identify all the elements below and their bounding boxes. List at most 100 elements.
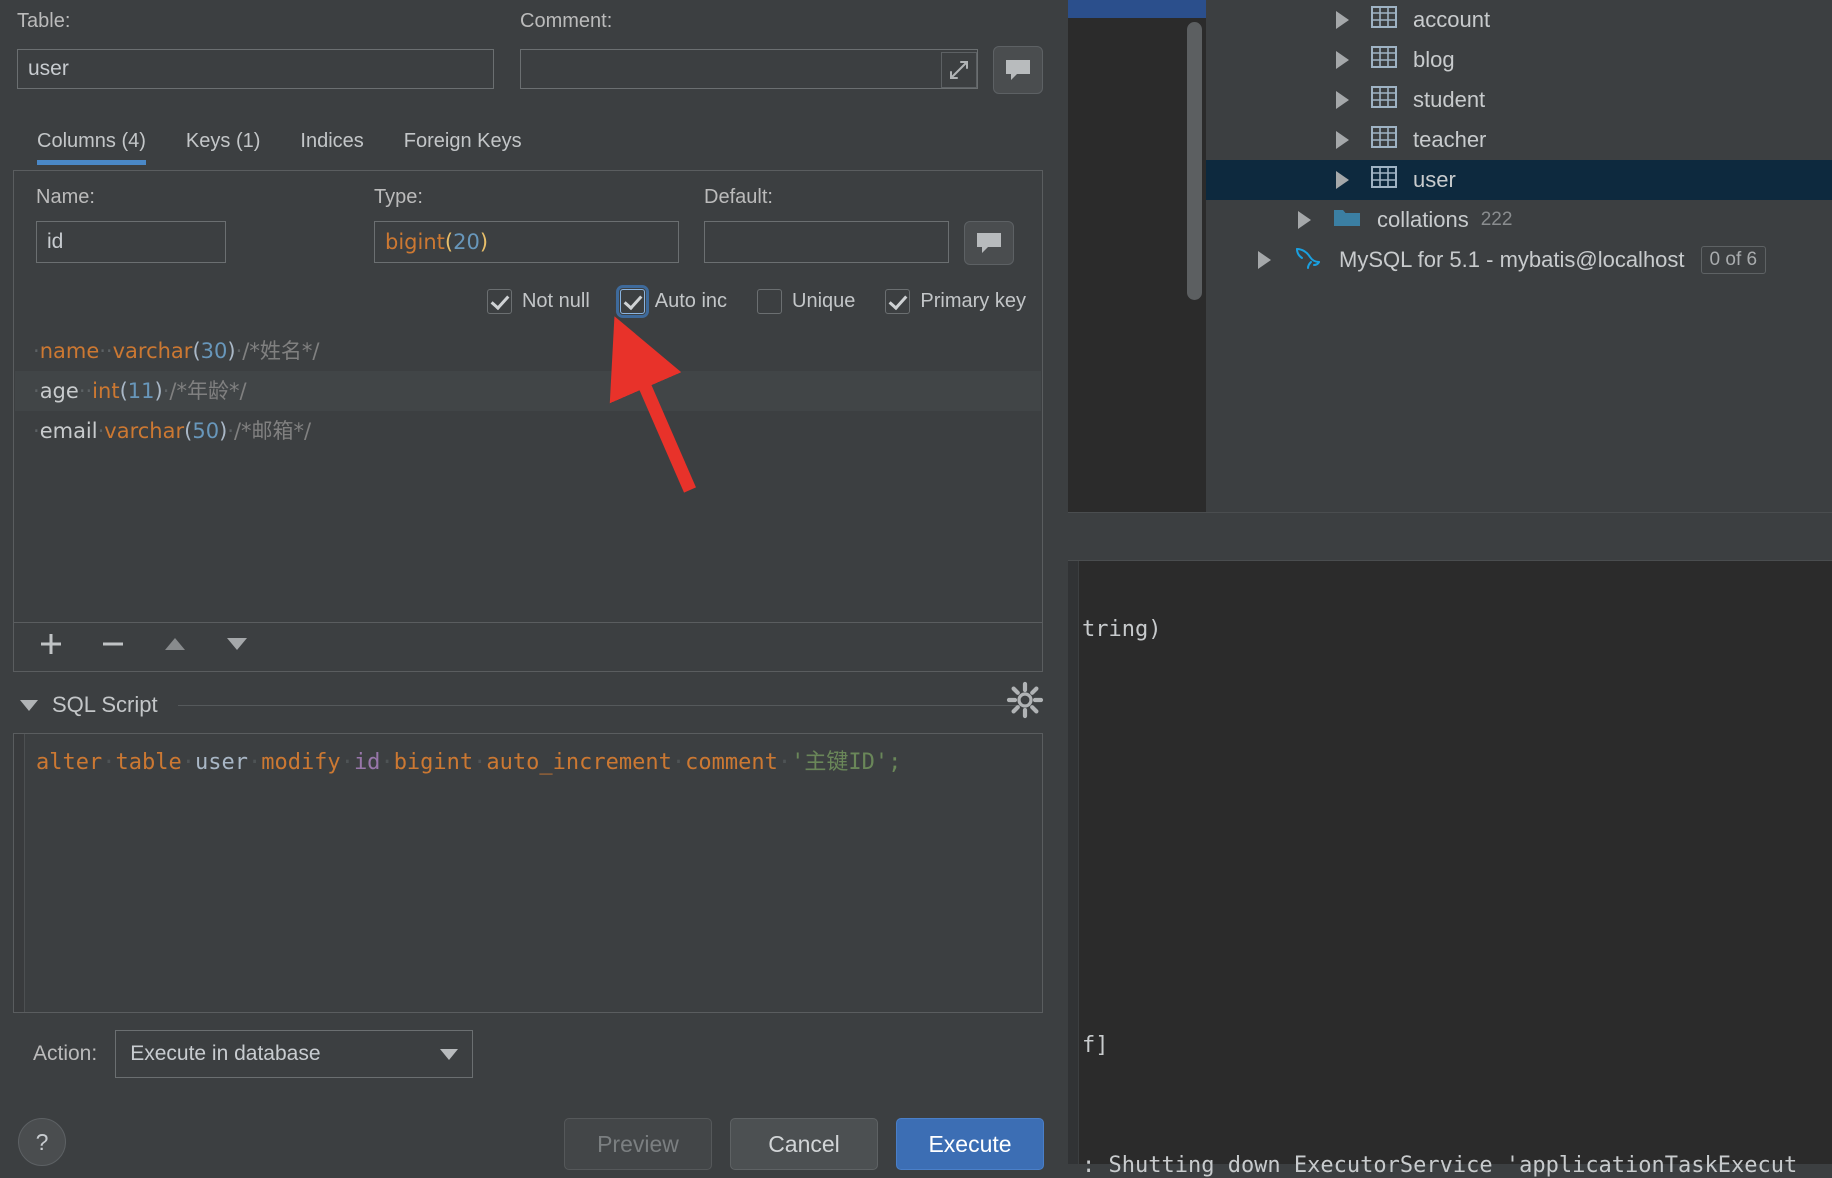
tree-item-account[interactable]: account: [1206, 0, 1832, 40]
type-keyword: bigint: [385, 230, 445, 254]
column-default-input[interactable]: [704, 221, 949, 263]
unique-label: Unique: [792, 289, 856, 312]
table-icon: [1371, 85, 1397, 115]
folder-icon: [1333, 206, 1361, 234]
column-comment: /*邮箱*/: [233, 419, 312, 443]
table-row[interactable]: ·age··int(11)·/*年龄*/: [15, 371, 1041, 411]
checkbox-box: [757, 288, 783, 314]
primary-key-label: Primary key: [920, 289, 1026, 312]
column-flags-row: Not null Auto inc Unique Primary key: [36, 281, 1026, 321]
column-type-input[interactable]: bigint(20): [374, 221, 679, 263]
type-open-paren: (: [444, 230, 454, 254]
screen: Table: Comment: Columns (4) Keys (1) Ind…: [0, 0, 1832, 1178]
ide-background: account blog student teacher user collat…: [1068, 0, 1832, 1178]
table-icon: [1371, 165, 1397, 195]
status-badge: 0 of 6: [1700, 246, 1767, 274]
table-row[interactable]: ·email·varchar(50)·/*邮箱*/: [15, 411, 1041, 451]
cancel-button[interactable]: Cancel: [730, 1118, 878, 1170]
column-comment: /*年龄*/: [169, 379, 247, 403]
tab-keys[interactable]: Keys (1): [166, 122, 280, 165]
primary-key-checkbox[interactable]: Primary key: [885, 288, 1026, 314]
dialog-tabs: Columns (4) Keys (1) Indices Foreign Key…: [17, 122, 542, 165]
collations-count: 222: [1480, 209, 1513, 230]
preview-button[interactable]: Preview: [564, 1118, 712, 1170]
tree-item-collations[interactable]: collations 222: [1206, 200, 1832, 240]
checkbox-box: [885, 288, 911, 314]
tree-item-user[interactable]: user: [1206, 160, 1832, 200]
run-console[interactable]: tring) f] : Shutting down ExecutorServic…: [1068, 561, 1832, 1178]
editor-scrollbar[interactable]: [1187, 22, 1202, 300]
table-name-input[interactable]: [17, 49, 494, 89]
tree-item-student[interactable]: student: [1206, 80, 1832, 120]
chevron-right-icon[interactable]: [1336, 11, 1349, 29]
tree-item-label: user: [1413, 167, 1456, 192]
divider: [177, 704, 1030, 706]
tree-item-mysql-datasource[interactable]: MySQL for 5.1 - mybatis@localhost 0 of 6: [1206, 240, 1832, 280]
column-default-label: Default:: [704, 186, 773, 208]
console-line: : Shutting down ExecutorService 'applica…: [1082, 1153, 1798, 1178]
auto-inc-checkbox[interactable]: Auto inc: [615, 284, 727, 318]
tree-item-label: student: [1413, 87, 1486, 112]
execute-button[interactable]: Execute: [896, 1118, 1044, 1170]
checkbox-box: [486, 288, 512, 314]
tab-indices[interactable]: Indices: [280, 122, 383, 165]
chevron-right-icon[interactable]: [1336, 91, 1349, 109]
console-line: f]: [1082, 1033, 1109, 1058]
help-button[interactable]: ?: [18, 1118, 66, 1166]
chevron-right-icon[interactable]: [1298, 211, 1311, 229]
sql-keyword-table: table: [115, 750, 182, 775]
table-row[interactable]: ·name··varchar(30)·/*姓名*/: [15, 331, 1041, 371]
chevron-right-icon[interactable]: [1336, 51, 1349, 69]
chevron-down-icon[interactable]: [20, 699, 38, 711]
type-close-paren: ): [479, 230, 489, 254]
chevron-right-icon[interactable]: [1336, 171, 1349, 189]
sql-string-literal: '主键ID': [791, 750, 889, 775]
checkbox-box: [615, 284, 649, 318]
tree-item-label: teacher: [1413, 127, 1487, 152]
remove-icon[interactable]: [96, 627, 130, 661]
chevron-right-icon[interactable]: [1258, 251, 1271, 269]
table-comment-input[interactable]: [520, 49, 978, 89]
tree-item-teacher[interactable]: teacher: [1206, 120, 1832, 160]
move-down-icon[interactable]: [220, 627, 254, 661]
gear-icon[interactable]: [1005, 680, 1045, 725]
tree-item-blog[interactable]: blog: [1206, 40, 1832, 80]
sql-script-editor[interactable]: alter·table·user·modify·id·bigint·auto_i…: [13, 733, 1043, 1013]
tab-columns[interactable]: Columns (4): [17, 122, 166, 165]
chevron-right-icon[interactable]: [1336, 131, 1349, 149]
column-type: int: [92, 379, 120, 403]
editor-panel: [1068, 0, 1206, 512]
unique-checkbox[interactable]: Unique: [757, 288, 856, 314]
not-null-checkbox[interactable]: Not null: [486, 288, 590, 314]
tree-item-label: collations: [1377, 207, 1469, 232]
column-type: varchar: [112, 339, 193, 363]
add-icon[interactable]: [34, 627, 68, 661]
editor-selection: [1068, 0, 1206, 18]
sql-keyword-comment: comment: [685, 750, 778, 775]
speech-bubble-icon[interactable]: [993, 46, 1043, 94]
editor-status-strip: [1068, 512, 1206, 561]
comment-label: Comment:: [520, 10, 613, 32]
action-row: Action: Execute in database: [33, 1030, 474, 1078]
table-icon: [1371, 5, 1397, 35]
move-up-icon[interactable]: [158, 627, 192, 661]
column-name-input[interactable]: [36, 221, 226, 263]
sql-statement: alter·table·user·modify·id·bigint·auto_i…: [36, 750, 902, 775]
sql-keyword-alter: alter: [36, 750, 103, 775]
speech-bubble-icon[interactable]: [964, 221, 1014, 265]
console-gutter: [1068, 561, 1079, 1164]
type-size: 20: [453, 230, 480, 254]
column-name: age: [39, 379, 79, 403]
column-name: email: [39, 419, 98, 443]
action-select[interactable]: Execute in database: [115, 1030, 474, 1078]
sql-keyword-modify: modify: [261, 750, 341, 775]
columns-panel: Name: Type: bigint(20) Default: Not null: [13, 170, 1043, 623]
action-label: Action:: [33, 1042, 98, 1065]
tree-item-label: account: [1413, 7, 1491, 32]
columns-toolbar: [13, 616, 1043, 672]
expand-arrows-icon[interactable]: [941, 52, 977, 88]
not-null-label: Not null: [521, 289, 590, 312]
mysql-dolphin-icon: [1293, 244, 1323, 276]
tab-foreign-keys[interactable]: Foreign Keys: [384, 122, 542, 165]
dialog-buttons: Preview Cancel Execute: [564, 1118, 1044, 1170]
